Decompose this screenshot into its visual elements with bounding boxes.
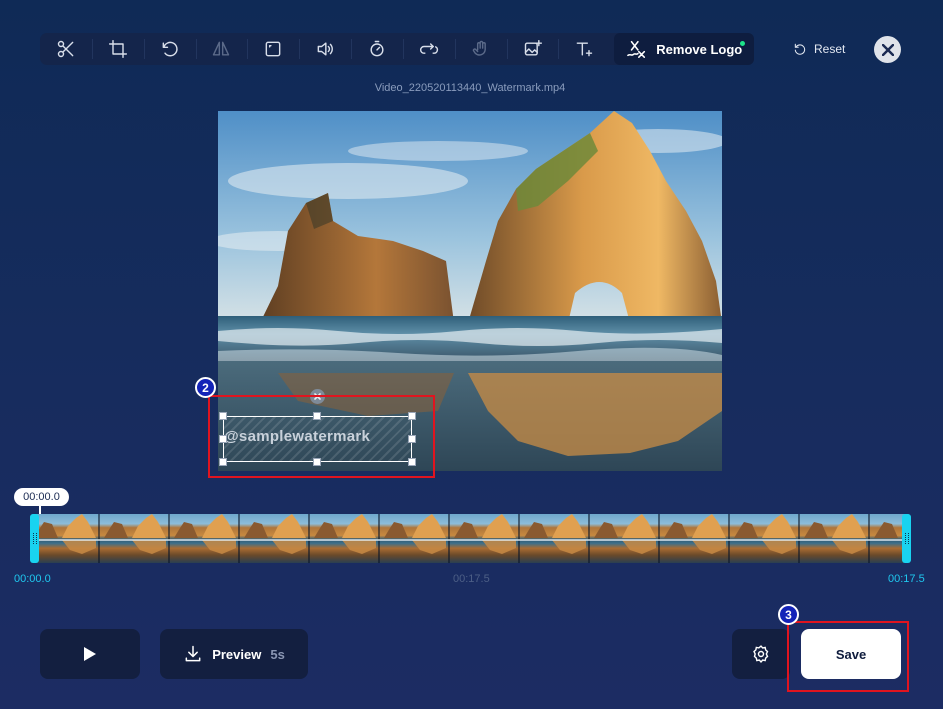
remove-logo-tool[interactable]: Remove Logo [614,33,754,65]
remove-logo-icon [627,40,646,58]
cut-tool[interactable] [40,33,92,65]
timeline-start-time: 00:00.0 [14,573,51,585]
play-icon [84,647,96,661]
crop-tool[interactable] [91,33,144,65]
volume-icon [317,42,334,56]
timeline-mid-time: 00:17.5 [453,573,490,585]
image-add-icon [524,39,542,56]
reset-icon [794,43,806,55]
gear-icon [753,645,769,663]
rotate-tool[interactable] [143,33,196,65]
flip-icon [213,41,230,56]
aspect-ratio-tool[interactable] [247,33,299,65]
volume-tool[interactable] [299,33,351,65]
rotate-left-icon [162,41,178,57]
highlight-frame-save [787,621,909,692]
speed-tool[interactable] [351,33,403,65]
preview-button[interactable]: Preview 5s [160,629,308,679]
preview-label: Preview [212,646,262,662]
play-button[interactable] [40,629,140,679]
text-add-icon [576,42,593,57]
highlight-frame-watermark [208,395,435,478]
file-name: Video_220520113440_Watermark.mp4 [374,82,566,94]
flip-tool[interactable] [195,33,248,65]
trim-handle-end[interactable] [902,514,911,563]
remove-logo-label: Remove Logo [656,41,743,57]
add-image-tool[interactable] [506,33,559,65]
preview-duration: 5s [270,646,285,662]
reset-label: Reset [814,42,846,56]
active-indicator-dot [739,41,745,46]
settings-button[interactable] [732,629,790,679]
playhead-time: 00:00.0 [14,488,69,506]
loop-icon [419,43,438,54]
close-button[interactable] [874,36,901,63]
timeline-end-time: 00:17.5 [888,573,925,585]
step-badge-watermark: 2 [195,377,216,398]
crop-icon [108,39,127,59]
speed-icon [370,40,384,57]
download-icon [185,645,201,662]
editing-toolbar: Remove Logo [40,33,754,65]
loop-tool[interactable] [402,33,455,65]
step-badge-save: 3 [778,604,799,625]
trim-handle-start[interactable] [30,514,39,563]
gesture-tool[interactable] [454,33,507,65]
add-text-tool[interactable] [558,33,610,65]
close-icon [881,43,894,56]
filmstrip-thumbnails [30,514,911,563]
scissors-icon [57,40,74,58]
frame-icon [265,41,281,57]
timeline-filmstrip[interactable] [30,514,911,563]
reset-button[interactable]: Reset [793,38,845,60]
hand-icon [472,40,486,56]
